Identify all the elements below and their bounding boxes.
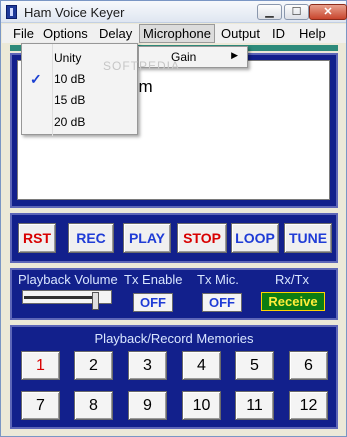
menu-help[interactable]: Help [296, 24, 329, 43]
app-icon [6, 5, 17, 19]
menu-item-label: Unity [54, 51, 82, 65]
menu-file[interactable]: File [10, 24, 37, 43]
rxtx-status[interactable]: Receive [261, 292, 325, 311]
memory-button-9[interactable]: 9 [128, 391, 167, 420]
memory-button-3[interactable]: 3 [128, 351, 167, 380]
rxtx-label: Rx/Tx [275, 272, 309, 287]
function-buttons-panel: RST REC PLAY STOP LOOP TUNE [10, 213, 338, 263]
playback-volume-label: Playback Volume [18, 272, 118, 287]
menu-item-15db[interactable]: 15 dB [22, 90, 137, 110]
stop-button[interactable]: STOP [177, 223, 227, 253]
memory-button-2[interactable]: 2 [74, 351, 113, 380]
playback-volume-slider[interactable] [22, 290, 112, 310]
menu-microphone[interactable]: Microphone [139, 24, 215, 43]
memories-title: Playback/Record Memories [94, 331, 254, 346]
close-button[interactable]: ✕ [309, 4, 347, 20]
minimize-button[interactable]: ▁ [257, 4, 282, 20]
tx-enable-button[interactable]: OFF [133, 293, 173, 312]
memories-panel: Playback/Record Memories 1 2 3 4 5 6 7 8 9 10 11 12 [10, 325, 338, 429]
tx-mic-button[interactable]: OFF [202, 293, 242, 312]
memory-button-10[interactable]: 10 [182, 391, 221, 420]
play-button[interactable]: PLAY [123, 223, 171, 253]
menu-item-label: 10 dB [54, 72, 86, 86]
rec-button[interactable]: REC [68, 223, 114, 253]
loop-button[interactable]: LOOP [231, 223, 279, 253]
memory-button-4[interactable]: 4 [182, 351, 221, 380]
title-bar[interactable]: Ham Voice Keyer ▁ ☐ ✕ [1, 1, 347, 23]
memory-button-11[interactable]: 11 [235, 391, 274, 420]
microphone-menu: Unity ✓ 10 dB 15 dB 20 dB [21, 43, 138, 136]
menu-output[interactable]: Output [218, 24, 263, 43]
app-window: Ham Voice Keyer ▁ ☐ ✕ File Options Delay… [0, 0, 347, 437]
checkmark-icon: ✓ [30, 71, 42, 87]
window-title: Ham Voice Keyer [24, 5, 125, 20]
memory-button-6[interactable]: 6 [289, 351, 328, 380]
watermark: SOFTPEDIA [103, 59, 181, 73]
menu-item-20db[interactable]: 20 dB [22, 112, 137, 132]
memory-button-1[interactable]: 1 [21, 351, 60, 380]
controls-panel: Playback Volume Tx Enable Tx Mic. Rx/Tx … [10, 268, 338, 320]
memory-button-8[interactable]: 8 [74, 391, 113, 420]
slider-fill [24, 296, 93, 299]
menu-id[interactable]: ID [269, 24, 288, 43]
slider-thumb[interactable] [92, 292, 99, 310]
memory-button-5[interactable]: 5 [235, 351, 274, 380]
tx-enable-label: Tx Enable [124, 272, 183, 287]
memory-button-12[interactable]: 12 [289, 391, 328, 420]
menu-options[interactable]: Options [40, 24, 91, 43]
menu-bar: File Options Delay Microphone Output ID … [2, 24, 346, 43]
menu-delay[interactable]: Delay [96, 24, 135, 43]
submenu-arrow-icon: ▶ [231, 50, 238, 60]
rst-button[interactable]: RST [18, 223, 56, 253]
menu-item-label: 15 dB [54, 93, 86, 107]
tx-mic-label: Tx Mic. [197, 272, 239, 287]
menu-item-label: 20 dB [54, 115, 86, 129]
maximize-button[interactable]: ☐ [284, 4, 309, 20]
memory-button-7[interactable]: 7 [21, 391, 60, 420]
tune-button[interactable]: TUNE [284, 223, 332, 253]
